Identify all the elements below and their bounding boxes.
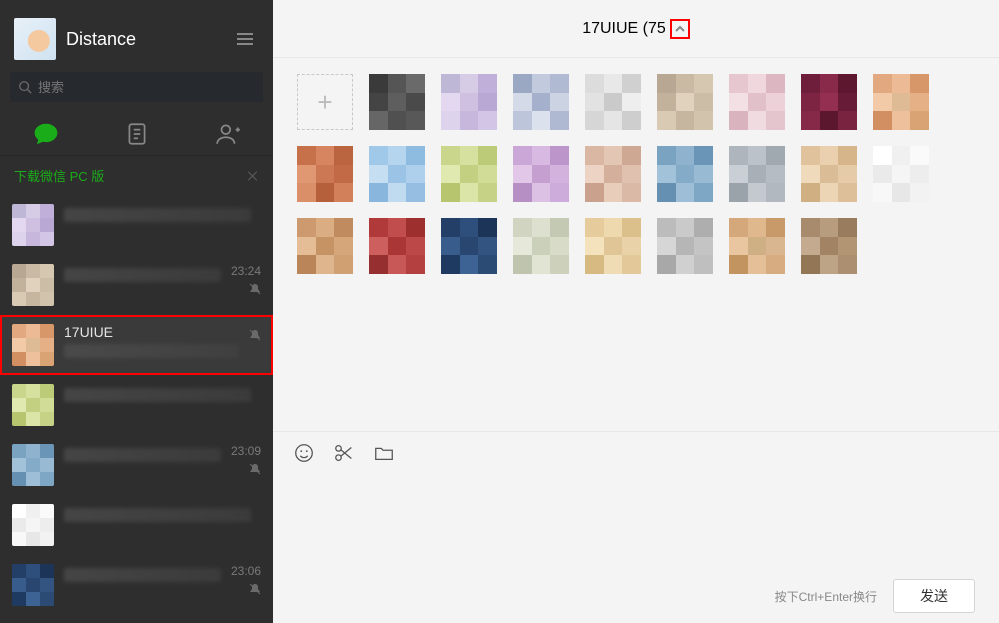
compose-toolbar: [273, 431, 999, 479]
member-avatar[interactable]: [801, 218, 857, 274]
chat-item-time: 23:06: [231, 564, 261, 578]
sidebar: Distance 下载微信 PC 版: [0, 0, 273, 623]
file-button[interactable]: [373, 442, 395, 469]
download-banner: 下载微信 PC 版: [0, 156, 273, 195]
member-avatar[interactable]: [513, 74, 569, 130]
chat-item-preview: [64, 448, 221, 462]
add-member-button[interactable]: +: [297, 74, 353, 130]
member-avatar[interactable]: [657, 146, 713, 202]
member-avatar[interactable]: [513, 218, 569, 274]
member-avatar[interactable]: [441, 146, 497, 202]
chat-item[interactable]: 23:24: [0, 255, 273, 315]
member-avatar[interactable]: [729, 218, 785, 274]
send-hint: 按下Ctrl+Enter换行: [775, 588, 877, 605]
chat-avatar: [12, 204, 54, 246]
smile-icon: [293, 442, 315, 464]
member-avatar[interactable]: [369, 146, 425, 202]
search-box[interactable]: [10, 72, 263, 102]
chat-item[interactable]: 23:09: [0, 435, 273, 495]
emoji-button[interactable]: [293, 442, 315, 469]
members-panel: +: [273, 58, 999, 431]
tab-reading[interactable]: [91, 112, 182, 155]
member-avatar[interactable]: [441, 74, 497, 130]
close-icon[interactable]: [247, 170, 259, 182]
member-avatar[interactable]: [585, 74, 641, 130]
chat-item-preview: [64, 388, 251, 402]
tab-chats[interactable]: [0, 112, 91, 155]
download-banner-text[interactable]: 下载微信 PC 版: [14, 166, 104, 185]
chevron-up-icon: [674, 23, 686, 35]
chat-item[interactable]: [0, 495, 273, 555]
member-avatar[interactable]: [513, 146, 569, 202]
chat-title: 17UIUE (75: [582, 20, 666, 38]
mute-icon: [249, 282, 261, 294]
member-avatar[interactable]: [873, 74, 929, 130]
chat-item-title: 17UIUE: [64, 324, 239, 340]
chat-avatar: [12, 384, 54, 426]
member-avatar[interactable]: [873, 146, 929, 202]
chat-header: 17UIUE (75: [273, 0, 999, 58]
chat-avatar: [12, 564, 54, 606]
mute-icon: [249, 328, 261, 340]
compose-footer: 按下Ctrl+Enter换行 发送: [273, 569, 999, 623]
member-avatar[interactable]: [297, 218, 353, 274]
member-avatar[interactable]: [729, 74, 785, 130]
folder-icon: [373, 442, 395, 464]
chat-list: 23:24 17UIUE 23:09 23:06: [0, 195, 273, 623]
profile-avatar[interactable]: [14, 18, 56, 60]
message-input[interactable]: [273, 479, 999, 569]
chat-item[interactable]: [0, 195, 273, 255]
member-avatar[interactable]: [657, 74, 713, 130]
chat-item-preview: [64, 568, 221, 582]
chat-avatar: [12, 264, 54, 306]
member-avatar[interactable]: [369, 218, 425, 274]
send-button[interactable]: 发送: [893, 579, 975, 613]
chat-avatar: [12, 504, 54, 546]
chat-item-preview: [64, 344, 239, 358]
chat-item-time: 23:09: [231, 444, 261, 458]
tab-contacts[interactable]: [182, 112, 273, 155]
chat-item-preview: [64, 268, 221, 282]
member-avatar[interactable]: [801, 74, 857, 130]
chat-item-time: 23:24: [231, 264, 261, 278]
chat-item[interactable]: [0, 375, 273, 435]
search-icon: [18, 80, 32, 94]
main-panel: 17UIUE (75 + 按下Ctrl+Enter换行 发送: [273, 0, 999, 623]
collapse-members-button[interactable]: [670, 19, 690, 39]
mute-icon: [249, 462, 261, 474]
chat-item-preview: [64, 508, 251, 522]
member-avatar[interactable]: [585, 146, 641, 202]
member-avatar[interactable]: [585, 218, 641, 274]
member-avatar[interactable]: [297, 146, 353, 202]
mute-icon: [249, 582, 261, 594]
chat-item-selected[interactable]: 17UIUE: [0, 315, 273, 375]
chat-bubble-icon: [33, 121, 59, 147]
scissors-icon: [333, 442, 355, 464]
profile-name: Distance: [66, 29, 136, 50]
menu-icon[interactable]: [237, 28, 259, 50]
profile-header: Distance: [0, 0, 273, 72]
chat-item-preview: [64, 208, 251, 222]
chat-item[interactable]: 23:06: [0, 555, 273, 615]
member-avatar[interactable]: [657, 218, 713, 274]
chat-avatar: [12, 324, 54, 366]
document-icon: [124, 121, 150, 147]
member-avatar[interactable]: [729, 146, 785, 202]
chat-avatar: [12, 444, 54, 486]
member-avatar[interactable]: [441, 218, 497, 274]
search-input[interactable]: [38, 80, 255, 95]
contacts-icon: [215, 121, 241, 147]
screenshot-button[interactable]: [333, 442, 355, 469]
member-avatar[interactable]: [369, 74, 425, 130]
nav-tabs: [0, 112, 273, 156]
member-avatar[interactable]: [801, 146, 857, 202]
